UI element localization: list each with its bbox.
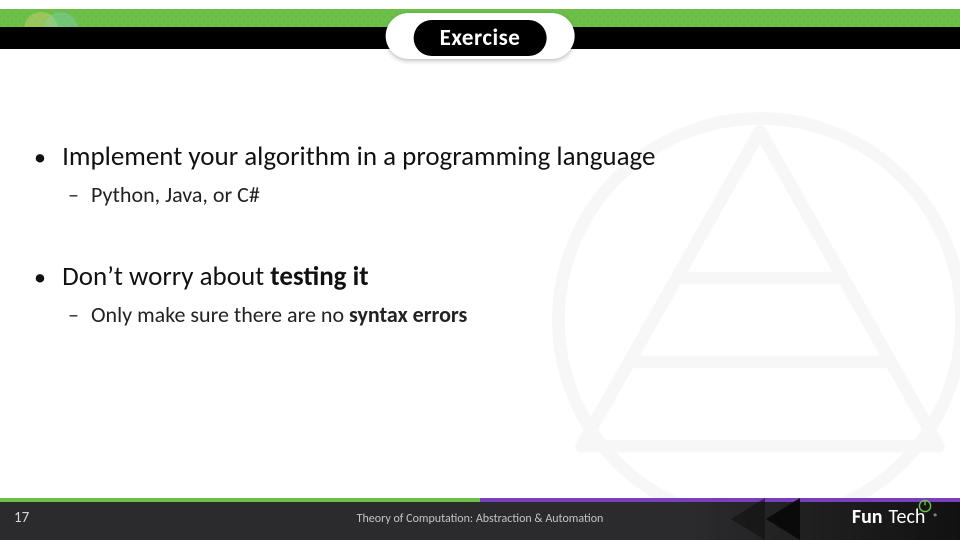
title-badge: Exercise (386, 13, 575, 59)
sub-bullet-item: Python, Java, or C# (76, 181, 920, 208)
footer-caption: Theory of Computation: Abstraction & Aut… (0, 512, 960, 526)
title-badge-label: Exercise (414, 20, 547, 56)
slide-content: Implement your algorithm in a programmin… (0, 140, 960, 380)
bullet-item: Implement your algorithm in a programmin… (40, 140, 920, 208)
sub-bullet-text: Only make sure there are no (91, 301, 349, 328)
power-icon (918, 499, 932, 513)
sub-bullet-text: Python, Java, or C# (91, 181, 260, 208)
footer-accent-line (0, 498, 960, 502)
bullet-text: Implement your algorithm in a programmin… (62, 140, 655, 173)
sub-bullet-item: Only make sure there are no syntax error… (76, 301, 920, 328)
footer-bar: 17 Theory of Computation: Abstraction & … (0, 498, 960, 540)
registered-mark: ® (933, 512, 938, 523)
sub-bullet-text-bold: syntax errors (349, 301, 467, 328)
bullet-text: Don’t worry about (62, 260, 270, 293)
bullet-text-bold: testing it (270, 260, 368, 293)
logo-text-primary: Fun (852, 505, 883, 529)
footer-logo: FunTech® (852, 505, 938, 529)
bullet-item: Don’t worry about testing it Only make s… (40, 260, 920, 328)
